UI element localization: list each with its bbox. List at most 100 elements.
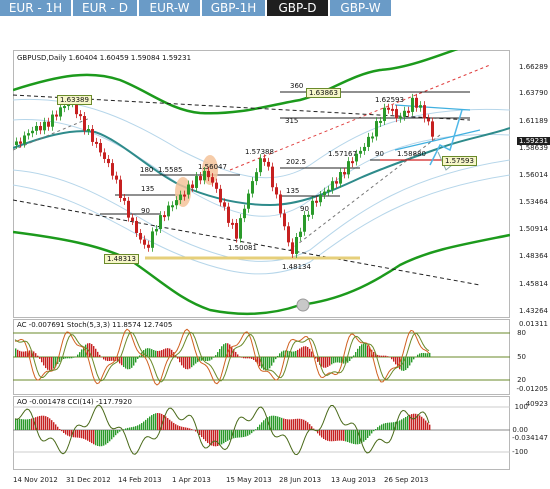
ao-bar <box>227 430 229 441</box>
candle-body <box>147 244 150 248</box>
annotation-156047: 1.56047 <box>198 163 227 171</box>
candle-body <box>107 158 110 164</box>
candle-body <box>347 161 350 175</box>
ac-bar <box>53 357 55 369</box>
ac-bar <box>75 356 77 357</box>
ao-bar <box>277 416 279 430</box>
candle-body <box>143 239 146 245</box>
ac-bar <box>357 348 359 357</box>
envelope-line-lower-light <box>13 159 510 262</box>
ao-bar <box>415 413 417 430</box>
ac-bar <box>237 354 239 357</box>
ac-bar <box>219 349 221 357</box>
ao-bar <box>199 430 201 436</box>
ac-bar <box>417 354 419 357</box>
ao-tick: -0.034147 <box>512 434 548 442</box>
ac-bar <box>301 347 303 357</box>
ao-bar <box>153 413 155 430</box>
ac-bar <box>105 357 107 361</box>
ac-bar <box>17 349 19 357</box>
ac-bar <box>379 355 381 357</box>
candle-body <box>267 161 270 167</box>
ac-bar <box>151 349 153 357</box>
candle-body <box>271 166 274 188</box>
scroll-marker <box>296 298 310 312</box>
ao-bar <box>387 422 389 430</box>
ac-bar <box>391 357 393 360</box>
ac-bar <box>81 349 83 357</box>
candle-body <box>387 107 390 110</box>
projection-line-upper <box>394 104 471 111</box>
ac-bar <box>185 357 187 370</box>
ao-bar <box>299 418 301 430</box>
ac-bar <box>269 357 271 369</box>
ac-bar <box>325 357 327 368</box>
ao-bar <box>117 430 119 434</box>
ao-bar <box>203 430 205 440</box>
ac-bar <box>79 352 81 357</box>
ao-bar <box>343 430 345 441</box>
ac-bar <box>351 357 353 359</box>
price-tick: 1.50914 <box>519 225 548 233</box>
ac-bar <box>65 357 67 359</box>
ao-bar <box>97 430 99 446</box>
candle-body <box>51 114 54 127</box>
ao-bar <box>19 418 21 430</box>
green-envelope-lower <box>13 230 510 316</box>
ac-bar <box>291 351 293 357</box>
ao-bar <box>251 430 253 434</box>
ac-bar <box>337 357 339 363</box>
candle-body <box>95 141 98 144</box>
ao-tick: 100 <box>514 403 528 411</box>
level-box-163863: 1.63863 <box>306 88 341 98</box>
ac-bar <box>109 357 111 362</box>
ao-bar <box>295 418 297 430</box>
ac-bar <box>363 343 365 357</box>
ao-bar <box>183 427 185 430</box>
ao-bar <box>337 430 339 441</box>
chart-canvas <box>13 50 510 456</box>
ao-bar <box>185 427 187 430</box>
ao-bar <box>237 430 239 438</box>
ao-bar <box>181 426 183 430</box>
ac-bar <box>95 348 97 357</box>
ac-bar <box>329 357 331 366</box>
annotation-150081: 1.50081 <box>228 244 257 252</box>
candle-body <box>99 142 102 153</box>
time-tick: 14 Feb 2013 <box>118 476 162 484</box>
candle-body <box>115 175 118 180</box>
ac-axis: 0.01311 80 50 20 -0.01205 <box>511 319 550 395</box>
candle-body <box>303 215 306 232</box>
ao-bar <box>187 427 189 430</box>
ao-bar <box>25 419 27 430</box>
ac-bar <box>423 352 425 357</box>
ao-bar <box>135 426 137 430</box>
ao-bar <box>59 429 61 430</box>
ao-panel-header: AO -0.001478 CCI(14) -117.7920 <box>17 398 132 406</box>
ao-bar <box>105 430 107 445</box>
ac-bar <box>243 357 245 359</box>
ac-bar <box>361 344 363 357</box>
ao-bar <box>173 422 175 430</box>
ao-bar <box>67 430 69 436</box>
annotation-158880: 1.58880 <box>397 150 426 158</box>
ac-tick: 20 <box>517 376 526 384</box>
ac-bar <box>161 350 163 357</box>
ao-bar <box>287 419 289 430</box>
candle-body <box>323 191 326 196</box>
candle-body <box>399 116 402 119</box>
candle-body <box>231 222 234 225</box>
ao-bar <box>245 430 247 437</box>
ao-bar <box>347 430 349 443</box>
ac-bar <box>67 357 69 359</box>
ac-bar <box>113 357 115 361</box>
candle-body <box>383 107 386 121</box>
ac-bar <box>253 357 255 361</box>
annotation-162593: 1.62593 <box>375 96 404 104</box>
ao-bar <box>273 415 275 430</box>
candle-body <box>295 237 298 254</box>
candle-body <box>311 200 314 215</box>
ac-tick: 80 <box>517 329 526 337</box>
ac-bar <box>39 357 41 359</box>
ao-bar <box>371 430 373 434</box>
